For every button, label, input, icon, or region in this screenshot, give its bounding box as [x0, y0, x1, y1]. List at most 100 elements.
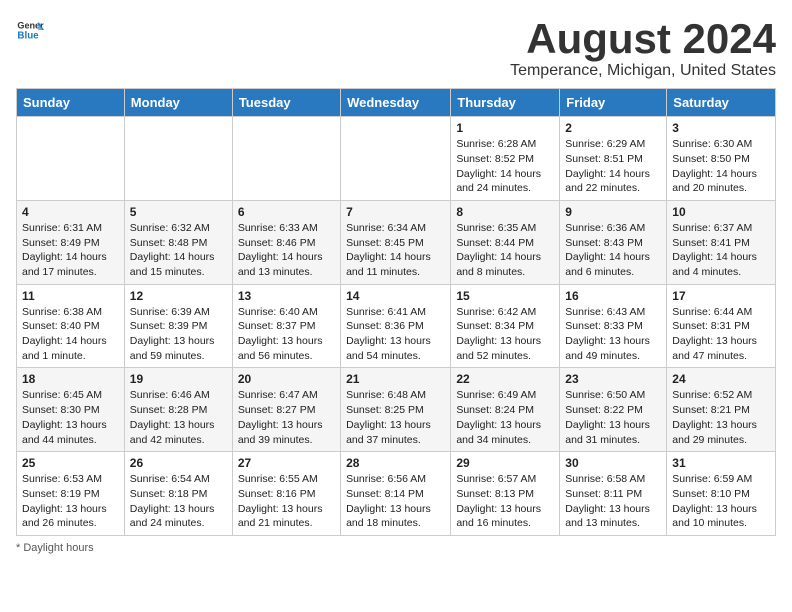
calendar-col-thursday: Thursday: [451, 89, 560, 117]
day-info: Sunrise: 6:30 AMSunset: 8:50 PMDaylight:…: [672, 137, 770, 196]
day-info: Sunrise: 6:45 AMSunset: 8:30 PMDaylight:…: [22, 388, 119, 447]
calendar-col-wednesday: Wednesday: [341, 89, 451, 117]
day-number: 6: [238, 205, 335, 219]
calendar-cell: 5Sunrise: 6:32 AMSunset: 8:48 PMDaylight…: [124, 200, 232, 284]
day-number: 19: [130, 372, 227, 386]
day-info: Sunrise: 6:39 AMSunset: 8:39 PMDaylight:…: [130, 305, 227, 364]
day-info: Sunrise: 6:33 AMSunset: 8:46 PMDaylight:…: [238, 221, 335, 280]
day-number: 20: [238, 372, 335, 386]
day-number: 7: [346, 205, 445, 219]
day-number: 22: [456, 372, 554, 386]
day-info: Sunrise: 6:29 AMSunset: 8:51 PMDaylight:…: [565, 137, 661, 196]
calendar-table: SundayMondayTuesdayWednesdayThursdayFrid…: [16, 88, 776, 536]
calendar-cell: 1 Sunrise: 6:28 AMSunset: 8:52 PMDaylight…: [451, 117, 560, 201]
calendar-week-3: 11 Sunrise: 6:38 AMSunset: 8:40 PMDayligh…: [17, 284, 776, 368]
calendar-body: 1 Sunrise: 6:28 AMSunset: 8:52 PMDaylight…: [17, 117, 776, 536]
day-number: 1: [456, 121, 554, 135]
day-info: Sunrise: 6:46 AMSunset: 8:28 PMDaylight:…: [130, 388, 227, 447]
calendar-cell: 27 Sunrise: 6:55 AMSunset: 8:16 PMDayligh…: [232, 452, 340, 536]
calendar-col-sunday: Sunday: [17, 89, 125, 117]
title-block: August 2024 Temperance, Michigan, United…: [510, 16, 776, 80]
day-info: Sunrise: 6:53 AMSunset: 8:19 PMDaylight:…: [22, 472, 119, 531]
day-info: Sunrise: 6:57 AMSunset: 8:13 PMDaylight:…: [456, 472, 554, 531]
logo: General Blue: [16, 16, 44, 44]
calendar-cell: 28 Sunrise: 6:56 AMSunset: 8:14 PMDayligh…: [341, 452, 451, 536]
day-info: Sunrise: 6:34 AMSunset: 8:45 PMDaylight:…: [346, 221, 445, 280]
day-number: 25: [22, 456, 119, 470]
calendar-cell: 30Sunrise: 6:58 AMSunset: 8:11 PMDayligh…: [560, 452, 667, 536]
day-number: 11: [22, 289, 119, 303]
calendar-cell: 16Sunrise: 6:43 AMSunset: 8:33 PMDayligh…: [560, 284, 667, 368]
day-info: Sunrise: 6:42 AMSunset: 8:34 PMDaylight:…: [456, 305, 554, 364]
calendar-cell: 24 Sunrise: 6:52 AMSunset: 8:21 PMDayligh…: [667, 368, 776, 452]
calendar-cell: 31Sunrise: 6:59 AMSunset: 8:10 PMDayligh…: [667, 452, 776, 536]
day-number: 13: [238, 289, 335, 303]
day-number: 24: [672, 372, 770, 386]
day-number: 17: [672, 289, 770, 303]
calendar-cell: 18 Sunrise: 6:45 AMSunset: 8:30 PMDayligh…: [17, 368, 125, 452]
day-info: Sunrise: 6:38 AMSunset: 8:40 PMDaylight:…: [22, 305, 119, 364]
calendar-cell: 22Sunrise: 6:49 AMSunset: 8:24 PMDayligh…: [451, 368, 560, 452]
day-info: Sunrise: 6:31 AMSunset: 8:49 PMDaylight:…: [22, 221, 119, 280]
day-number: 15: [456, 289, 554, 303]
calendar-cell: 2 Sunrise: 6:29 AMSunset: 8:51 PMDaylight…: [560, 117, 667, 201]
calendar-col-friday: Friday: [560, 89, 667, 117]
calendar-cell: [232, 117, 340, 201]
day-info: Sunrise: 6:40 AMSunset: 8:37 PMDaylight:…: [238, 305, 335, 364]
day-info: Sunrise: 6:35 AMSunset: 8:44 PMDaylight:…: [456, 221, 554, 280]
day-number: 10: [672, 205, 770, 219]
day-number: 9: [565, 205, 661, 219]
page-subtitle: Temperance, Michigan, United States: [510, 62, 776, 80]
day-info: Sunrise: 6:43 AMSunset: 8:33 PMDaylight:…: [565, 305, 661, 364]
calendar-week-1: 1 Sunrise: 6:28 AMSunset: 8:52 PMDaylight…: [17, 117, 776, 201]
calendar-week-2: 4 Sunrise: 6:31 AMSunset: 8:49 PMDaylight…: [17, 200, 776, 284]
page-title: August 2024: [510, 16, 776, 62]
day-number: 27: [238, 456, 335, 470]
calendar-cell: [124, 117, 232, 201]
calendar-cell: 4 Sunrise: 6:31 AMSunset: 8:49 PMDaylight…: [17, 200, 125, 284]
calendar-cell: 13 Sunrise: 6:40 AMSunset: 8:37 PMDayligh…: [232, 284, 340, 368]
svg-text:Blue: Blue: [17, 30, 39, 41]
calendar-header-row: SundayMondayTuesdayWednesdayThursdayFrid…: [17, 89, 776, 117]
calendar-cell: 26Sunrise: 6:54 AMSunset: 8:18 PMDayligh…: [124, 452, 232, 536]
calendar-cell: 23Sunrise: 6:50 AMSunset: 8:22 PMDayligh…: [560, 368, 667, 452]
calendar-cell: 17Sunrise: 6:44 AMSunset: 8:31 PMDayligh…: [667, 284, 776, 368]
day-info: Sunrise: 6:56 AMSunset: 8:14 PMDaylight:…: [346, 472, 445, 531]
day-number: 3: [672, 121, 770, 135]
day-number: 14: [346, 289, 445, 303]
day-number: 2: [565, 121, 661, 135]
calendar-cell: 21Sunrise: 6:48 AMSunset: 8:25 PMDayligh…: [341, 368, 451, 452]
day-info: Sunrise: 6:32 AMSunset: 8:48 PMDaylight:…: [130, 221, 227, 280]
day-number: 18: [22, 372, 119, 386]
day-info: Sunrise: 6:50 AMSunset: 8:22 PMDaylight:…: [565, 388, 661, 447]
calendar-cell: 9 Sunrise: 6:36 AMSunset: 8:43 PMDaylight…: [560, 200, 667, 284]
day-info: Sunrise: 6:36 AMSunset: 8:43 PMDaylight:…: [565, 221, 661, 280]
calendar-cell: 19 Sunrise: 6:46 AMSunset: 8:28 PMDayligh…: [124, 368, 232, 452]
calendar-cell: 20 Sunrise: 6:47 AMSunset: 8:27 PMDayligh…: [232, 368, 340, 452]
day-number: 29: [456, 456, 554, 470]
logo-icon: General Blue: [16, 16, 44, 44]
day-info: Sunrise: 6:52 AMSunset: 8:21 PMDaylight:…: [672, 388, 770, 447]
calendar-cell: 8 Sunrise: 6:35 AMSunset: 8:44 PMDaylight…: [451, 200, 560, 284]
calendar-cell: 25 Sunrise: 6:53 AMSunset: 8:19 PMDayligh…: [17, 452, 125, 536]
day-info: Sunrise: 6:37 AMSunset: 8:41 PMDaylight:…: [672, 221, 770, 280]
footer-note: * Daylight hours: [16, 542, 776, 554]
calendar-cell: 11 Sunrise: 6:38 AMSunset: 8:40 PMDayligh…: [17, 284, 125, 368]
day-number: 28: [346, 456, 445, 470]
calendar-week-4: 18 Sunrise: 6:45 AMSunset: 8:30 PMDayligh…: [17, 368, 776, 452]
day-number: 12: [130, 289, 227, 303]
footer-label: Daylight hours: [23, 542, 93, 554]
day-number: 4: [22, 205, 119, 219]
day-number: 21: [346, 372, 445, 386]
day-info: Sunrise: 6:55 AMSunset: 8:16 PMDaylight:…: [238, 472, 335, 531]
day-info: Sunrise: 6:54 AMSunset: 8:18 PMDaylight:…: [130, 472, 227, 531]
day-info: Sunrise: 6:28 AMSunset: 8:52 PMDaylight:…: [456, 137, 554, 196]
day-number: 8: [456, 205, 554, 219]
calendar-cell: 7 Sunrise: 6:34 AMSunset: 8:45 PMDaylight…: [341, 200, 451, 284]
calendar-col-monday: Monday: [124, 89, 232, 117]
calendar-week-5: 25 Sunrise: 6:53 AMSunset: 8:19 PMDayligh…: [17, 452, 776, 536]
day-info: Sunrise: 6:47 AMSunset: 8:27 PMDaylight:…: [238, 388, 335, 447]
calendar-col-tuesday: Tuesday: [232, 89, 340, 117]
calendar-cell: 12 Sunrise: 6:39 AMSunset: 8:39 PMDayligh…: [124, 284, 232, 368]
day-info: Sunrise: 6:58 AMSunset: 8:11 PMDaylight:…: [565, 472, 661, 531]
